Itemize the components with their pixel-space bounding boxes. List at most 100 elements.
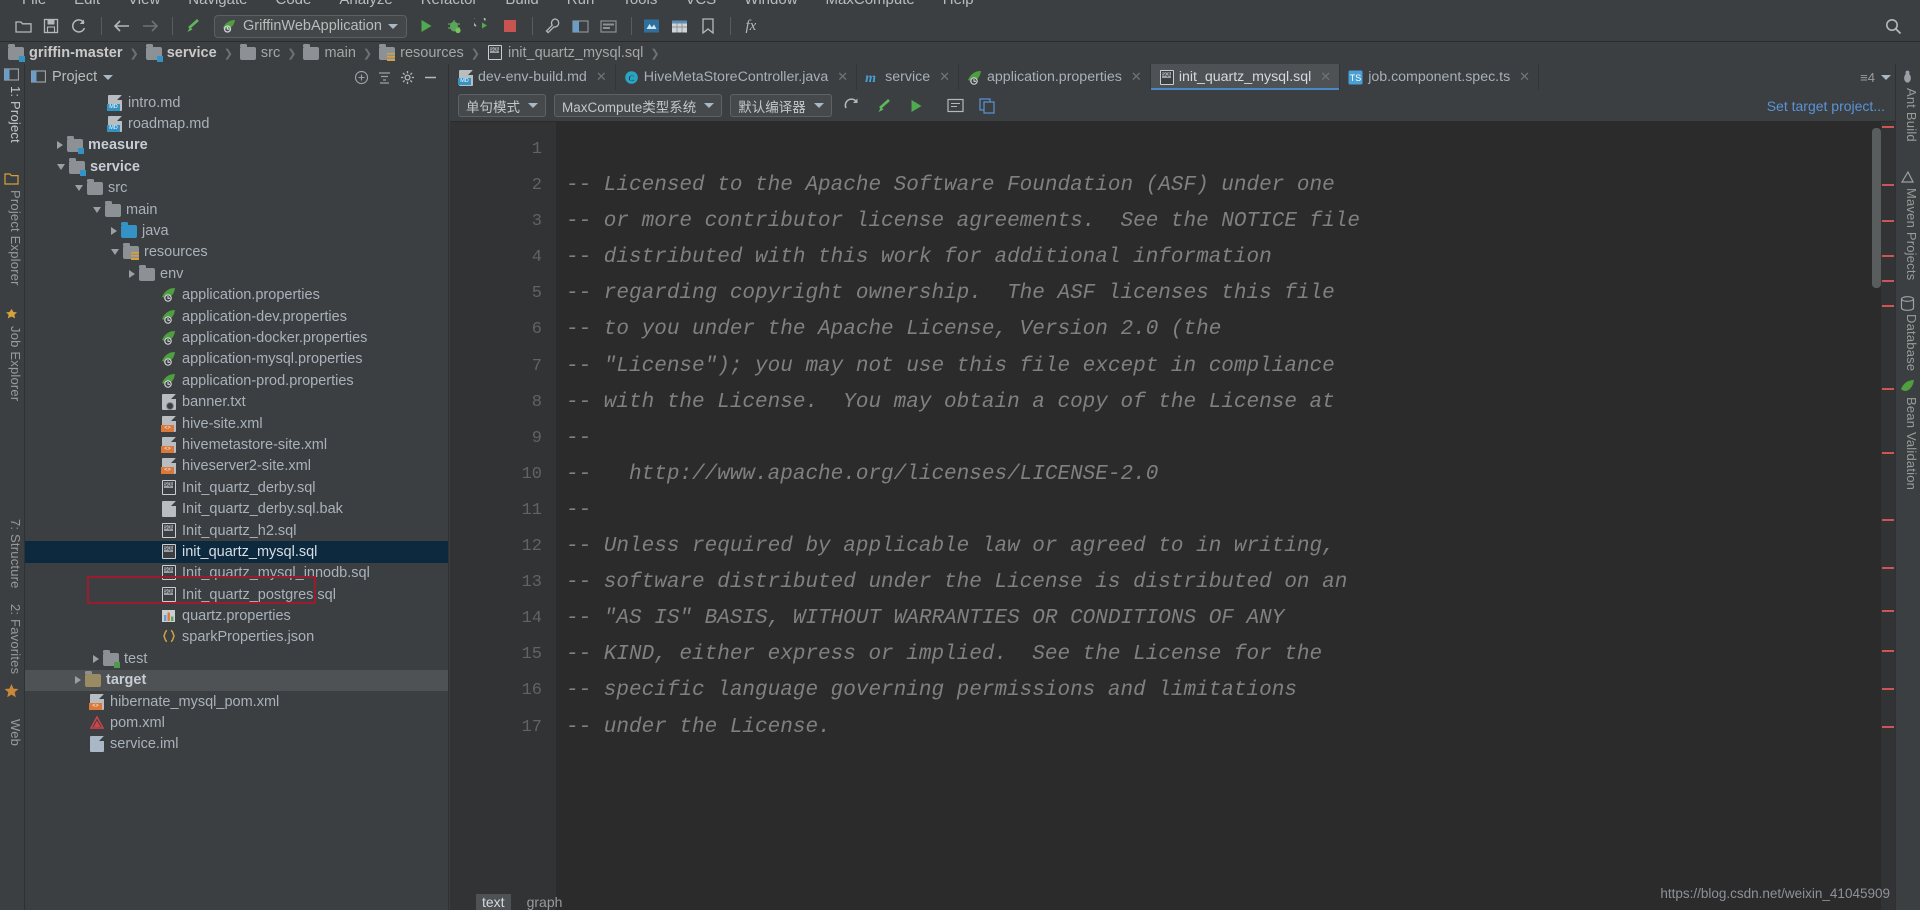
sidebar-item-database[interactable]: Database: [1897, 314, 1919, 371]
sql-mode-combo[interactable]: 单句模式: [458, 94, 546, 117]
editor-tab-dev-env-build-md[interactable]: MD dev-env-build.md ✕: [450, 64, 616, 90]
stripe-mark[interactable]: [1882, 280, 1894, 282]
chevron-down-icon[interactable]: [93, 206, 101, 213]
chevron-down-icon[interactable]: [813, 103, 824, 108]
stripe-mark[interactable]: [1882, 726, 1894, 728]
tree-item-hive-site-xml[interactable]: <> hive-site.xml: [25, 413, 448, 434]
code-line[interactable]: -- software distributed under the Licens…: [556, 565, 1895, 601]
tree-item-hivemetastore-site-xml[interactable]: <> hivemetastore-site.xml: [25, 434, 448, 455]
breadcrumb-item-5[interactable]: SQL init_quartz_mysql.sql: [487, 45, 643, 61]
editor-tab-job-component-spec-ts[interactable]: TS job.component.spec.ts ✕: [1340, 64, 1540, 90]
breadcrumb-item-3[interactable]: main: [303, 44, 356, 61]
code-line[interactable]: -- Licensed to the Apache Software Found…: [556, 168, 1895, 204]
code-content[interactable]: -- Licensed to the Apache Software Found…: [556, 122, 1895, 910]
run-configuration-selector[interactable]: GriffinWebApplication: [214, 14, 407, 38]
chevron-right-icon[interactable]: [75, 676, 81, 685]
tree-item-service-iml[interactable]: service.iml: [25, 734, 448, 755]
run-with-coverage-icon[interactable]: [469, 14, 495, 38]
database-table-icon[interactable]: [667, 14, 693, 38]
code-line[interactable]: -- "License"); you may not use this file…: [556, 349, 1895, 385]
close-icon[interactable]: ✕: [837, 69, 848, 85]
menu-item-view[interactable]: View: [114, 0, 174, 11]
stripe-mark[interactable]: [1882, 452, 1894, 454]
chevron-down-icon[interactable]: [387, 23, 398, 29]
stripe-mark[interactable]: [1882, 305, 1894, 307]
sidebar-item-web[interactable]: Web: [1, 719, 23, 746]
menu-item-refactor[interactable]: Refactor: [407, 0, 492, 11]
tree-item-target[interactable]: target: [25, 669, 448, 691]
maxcompute-icon[interactable]: [639, 14, 665, 38]
menu-item-edit[interactable]: Edit: [60, 0, 114, 11]
editor-tab-overflow[interactable]: ≡4: [1860, 64, 1891, 90]
refresh-icon[interactable]: [840, 95, 864, 117]
tree-item-main[interactable]: main: [25, 199, 448, 220]
tree-item-application-dev-properties[interactable]: application-dev.properties: [25, 306, 448, 327]
settings-gear-icon[interactable]: [400, 70, 415, 85]
tree-item-hiveserver2-site-xml[interactable]: <> hiveserver2-site.xml: [25, 456, 448, 477]
chevron-down-icon[interactable]: [103, 74, 114, 80]
bookmark-icon[interactable]: [695, 14, 721, 38]
tab-overflow-icon[interactable]: ≡4: [1860, 70, 1875, 85]
menu-item-analyze[interactable]: Analyze: [325, 0, 406, 11]
tree-item-init-quartz-mysql-innodb-sql[interactable]: SQL Init_quartz_mysql_innodb.sql: [25, 563, 448, 584]
chevron-down-icon[interactable]: [57, 163, 65, 170]
editor-tab-init-quartz-mysql-sql[interactable]: SQL init_quartz_mysql.sql ✕: [1150, 64, 1341, 90]
compile-icon[interactable]: [180, 14, 206, 38]
bottom-tab-text[interactable]: text: [476, 894, 511, 910]
tree-item-init-quartz-h2-sql[interactable]: SQL Init_quartz_h2.sql: [25, 520, 448, 541]
editor-scrollbar-thumb[interactable]: [1872, 128, 1881, 288]
stripe-mark[interactable]: [1882, 519, 1894, 521]
stripe-mark[interactable]: [1882, 567, 1894, 569]
error-stripe[interactable]: [1881, 122, 1895, 910]
project-file-tree[interactable]: MD intro.md MD roadmap.md measure service src m…: [25, 90, 448, 910]
tree-item-roadmap-md[interactable]: MD roadmap.md: [25, 113, 448, 134]
format-icon[interactable]: [944, 95, 968, 117]
chevron-down-icon[interactable]: [1881, 74, 1891, 80]
compiler-combo[interactable]: 默认编译器: [730, 94, 832, 117]
tree-item-env[interactable]: env: [25, 263, 448, 284]
chevron-down-icon[interactable]: [528, 103, 538, 108]
tree-item-sparkproperties-json[interactable]: sparkProperties.json: [25, 627, 448, 648]
code-line[interactable]: -- under the License.: [556, 710, 1895, 746]
code-line[interactable]: -- to you under the Apache License, Vers…: [556, 312, 1895, 348]
code-line[interactable]: -- KIND, either express or implied. See …: [556, 637, 1895, 673]
save-all-icon[interactable]: [38, 14, 64, 38]
chevron-right-icon[interactable]: [111, 227, 117, 236]
sidebar-item-maven-projects[interactable]: Maven Projects: [1897, 188, 1919, 280]
chevron-right-icon[interactable]: [93, 654, 99, 663]
stripe-mark[interactable]: [1882, 610, 1894, 612]
tree-item-init-quartz-mysql-sql[interactable]: SQL init_quartz_mysql.sql: [25, 541, 448, 563]
menu-item-vcs[interactable]: VCS: [671, 0, 730, 11]
code-line[interactable]: -- distributed with this work for additi…: [556, 240, 1895, 276]
code-line[interactable]: --: [556, 421, 1895, 457]
menu-item-maxcompute[interactable]: MaxCompute: [812, 0, 929, 11]
tree-item-init-quartz-derby-sql[interactable]: SQL Init_quartz_derby.sql: [25, 477, 448, 498]
bottom-tab-graph[interactable]: graph: [521, 894, 569, 910]
sidebar-item-favorites[interactable]: 2: Favorites: [1, 604, 23, 674]
code-line[interactable]: -- or more contributor license agreement…: [556, 204, 1895, 240]
menu-item-code[interactable]: Code: [261, 0, 325, 11]
type-system-combo[interactable]: MaxCompute类型系统: [554, 94, 723, 117]
tree-item-init-quartz-derby-sql-bak[interactable]: Init_quartz_derby.sql.bak: [25, 498, 448, 519]
sidebar-item-project[interactable]: 1: Project: [1, 86, 23, 143]
sidebar-item-job-explorer[interactable]: Job Explorer: [1, 326, 23, 401]
code-line[interactable]: [556, 132, 1895, 168]
tree-item-application-docker-properties[interactable]: application-docker.properties: [25, 327, 448, 348]
breadcrumb-item-0[interactable]: griffin-master: [8, 44, 122, 62]
stripe-mark[interactable]: [1882, 650, 1894, 652]
menu-item-tools[interactable]: Tools: [608, 0, 671, 11]
stripe-mark[interactable]: [1882, 388, 1894, 390]
code-line[interactable]: -- "AS IS" BASIS, WITHOUT WARRANTIES OR …: [556, 601, 1895, 637]
run-icon[interactable]: [413, 14, 439, 38]
menu-item-run[interactable]: Run: [553, 0, 609, 11]
back-arrow-icon[interactable]: [109, 14, 135, 38]
tree-item-intro-md[interactable]: MD intro.md: [25, 92, 448, 113]
tree-item-test[interactable]: test: [25, 648, 448, 669]
tree-item-service[interactable]: service: [25, 156, 448, 177]
sidebar-item-ant-build[interactable]: Ant Build: [1897, 88, 1919, 142]
editor-tab-service[interactable]: m service ✕: [857, 64, 960, 90]
chevron-down-icon[interactable]: [704, 103, 715, 108]
open-folder-icon[interactable]: [10, 14, 36, 38]
compile-icon[interactable]: [872, 95, 896, 117]
menu-item-file[interactable]: File: [8, 0, 60, 11]
